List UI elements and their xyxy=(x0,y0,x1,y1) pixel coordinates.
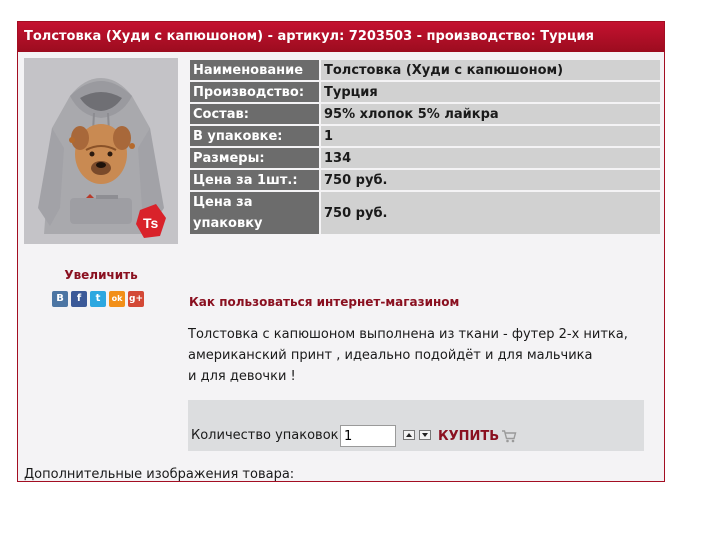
description-line: американский принт , идеально подойдёт и… xyxy=(188,348,593,363)
spec-key: Цена за упаковку xyxy=(190,192,319,234)
spec-row: Размеры: 134 xyxy=(190,148,660,168)
quantity-decrease-button[interactable] xyxy=(419,430,431,440)
additional-images-label: Дополнительные изображения товара: xyxy=(24,467,295,482)
social-share-bar: B f t ok g+ xyxy=(52,291,144,308)
spec-key: В упаковке: xyxy=(190,126,319,146)
product-body: Ts Увеличить B f t ok g+ Наименование То… xyxy=(18,52,664,482)
buy-button[interactable]: КУПИТЬ xyxy=(438,427,517,445)
odnoklassniki-icon[interactable]: ok xyxy=(109,291,125,307)
spec-value: Толстовка (Худи с капюшоном) xyxy=(321,60,660,80)
vkontakte-icon[interactable]: B xyxy=(52,291,68,307)
spec-value: 134 xyxy=(321,148,660,168)
spec-value: 95% хлопок 5% лайкра xyxy=(321,104,660,124)
product-photo[interactable]: Ts xyxy=(24,58,178,244)
how-to-shop-link[interactable]: Как пользоваться интернет-магазином xyxy=(189,295,459,309)
spec-key: Размеры: xyxy=(190,148,319,168)
spec-key: Производство: xyxy=(190,82,319,102)
spec-row: Производство: Турция xyxy=(190,82,660,102)
svg-text:Ts: Ts xyxy=(143,215,159,231)
spec-row: Цена за 1шт.: 750 руб. xyxy=(190,170,660,190)
arrow-up-icon xyxy=(406,433,412,437)
product-panel: Толстовка (Худи с капюшоном) - артикул: … xyxy=(17,21,665,482)
twitter-icon[interactable]: t xyxy=(90,291,106,307)
quantity-increase-button[interactable] xyxy=(403,430,415,440)
facebook-icon[interactable]: f xyxy=(71,291,87,307)
spec-row: Состав: 95% хлопок 5% лайкра xyxy=(190,104,660,124)
arrow-down-icon xyxy=(422,433,428,437)
spec-key: Состав: xyxy=(190,104,319,124)
quantity-label: Количество упаковок: xyxy=(191,428,343,443)
description-line: Толстовка с капюшоном выполнена из ткани… xyxy=(188,327,628,342)
spec-value: 750 руб. xyxy=(321,192,660,234)
product-spec-table: Наименование Толстовка (Худи с капюшоном… xyxy=(188,58,662,236)
spec-value: 1 xyxy=(321,126,660,146)
description-line: и для девочки ! xyxy=(188,369,296,384)
spec-value: Турция xyxy=(321,82,660,102)
spec-row: В упаковке: 1 xyxy=(190,126,660,146)
buy-button-label: КУПИТЬ xyxy=(438,428,500,444)
spec-key: Цена за 1шт.: xyxy=(190,170,319,190)
spec-key: Наименование xyxy=(190,60,319,80)
purchase-box: Количество упаковок: КУПИТЬ xyxy=(188,400,644,451)
product-description: Толстовка с капюшоном выполнена из ткани… xyxy=(188,324,628,387)
hoodie-image: Ts xyxy=(24,58,178,244)
spec-value: 750 руб. xyxy=(321,170,660,190)
spec-row: Наименование Толстовка (Худи с капюшоном… xyxy=(190,60,660,80)
product-title-bar: Толстовка (Худи с капюшоном) - артикул: … xyxy=(18,22,664,52)
shopping-cart-icon xyxy=(502,430,517,443)
zoom-link[interactable]: Увеличить xyxy=(24,268,178,282)
google-plus-icon[interactable]: g+ xyxy=(128,291,144,307)
spec-row: Цена за упаковку 750 руб. xyxy=(190,192,660,234)
quantity-input[interactable] xyxy=(340,425,396,447)
